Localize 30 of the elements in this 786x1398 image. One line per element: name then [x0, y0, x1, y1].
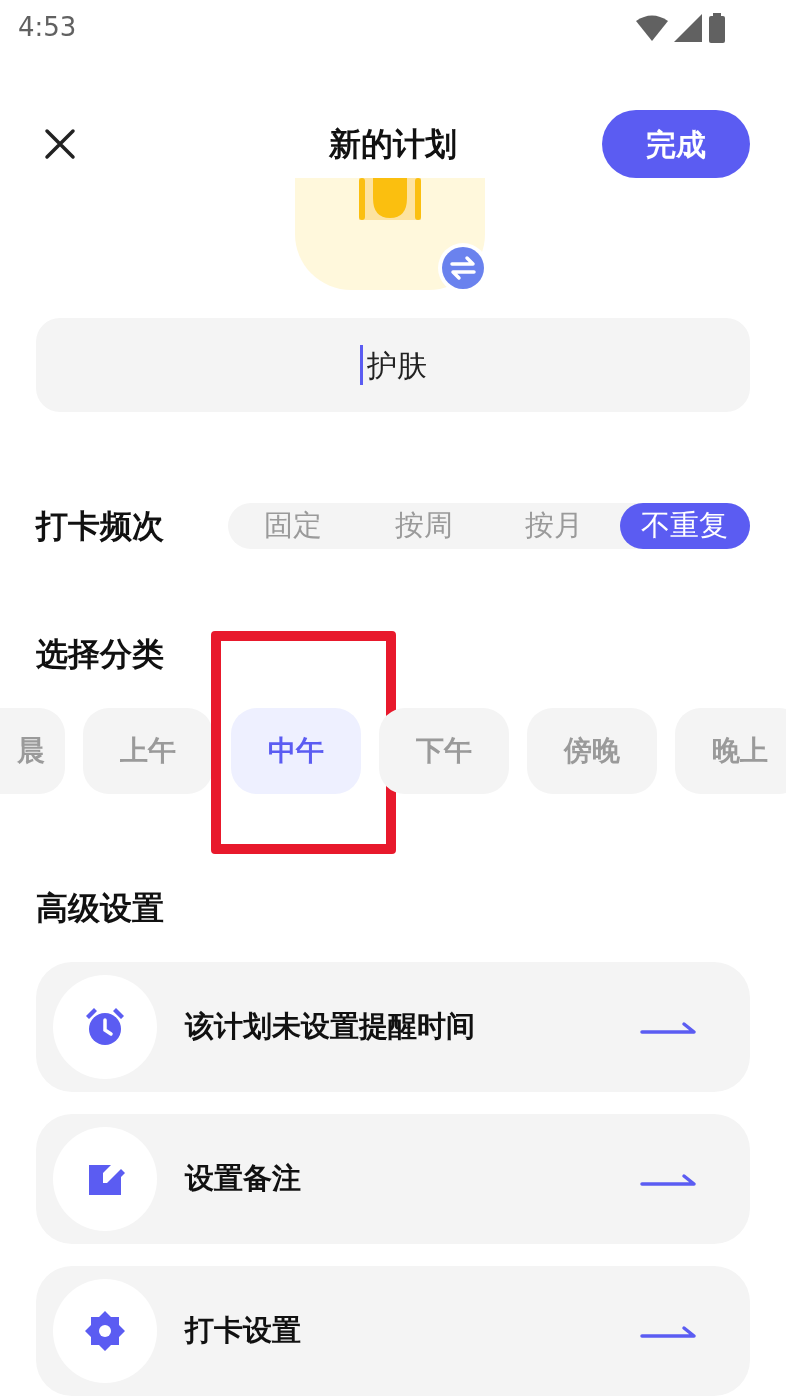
- settings-label: 打卡设置: [185, 1312, 302, 1350]
- frequency-option[interactable]: 不重复: [619, 503, 750, 549]
- frequency-option[interactable]: 按周: [358, 503, 489, 549]
- category-label: 选择分类: [36, 635, 164, 673]
- category-chip[interactable]: 上午: [83, 708, 213, 794]
- frequency-label: 打卡频次: [36, 506, 164, 547]
- gear-icon: [83, 1309, 127, 1353]
- category-chip[interactable]: 傍晚: [527, 708, 657, 794]
- category-chip[interactable]: 晚上: [675, 708, 786, 794]
- frequency-option[interactable]: 固定: [228, 503, 359, 549]
- close-icon[interactable]: [44, 128, 76, 160]
- battery-icon: [708, 12, 726, 43]
- page-title: 新的计划: [329, 124, 457, 165]
- done-button[interactable]: 完成: [602, 110, 750, 178]
- category-chip[interactable]: 下午: [379, 708, 509, 794]
- status-time: 4:53: [18, 11, 77, 44]
- settings-label: 该计划未设置提醒时间: [185, 1008, 476, 1046]
- frequency-option[interactable]: 按月: [489, 503, 620, 549]
- settings-card[interactable]: 设置备注: [36, 1114, 750, 1244]
- settings-card[interactable]: 该计划未设置提醒时间: [36, 962, 750, 1092]
- plan-name-field[interactable]: 护肤: [36, 318, 750, 412]
- advanced-settings-label: 高级设置: [36, 889, 164, 927]
- wifi-icon: [636, 13, 668, 42]
- category-chip[interactable]: 晨: [0, 708, 65, 794]
- signal-icon: [674, 13, 702, 42]
- cup-icon: [359, 178, 421, 222]
- plan-icon-tile[interactable]: [295, 178, 485, 290]
- category-chip[interactable]: 中午: [231, 708, 361, 794]
- settings-label: 设置备注: [185, 1160, 302, 1198]
- settings-card[interactable]: 打卡设置: [36, 1266, 750, 1396]
